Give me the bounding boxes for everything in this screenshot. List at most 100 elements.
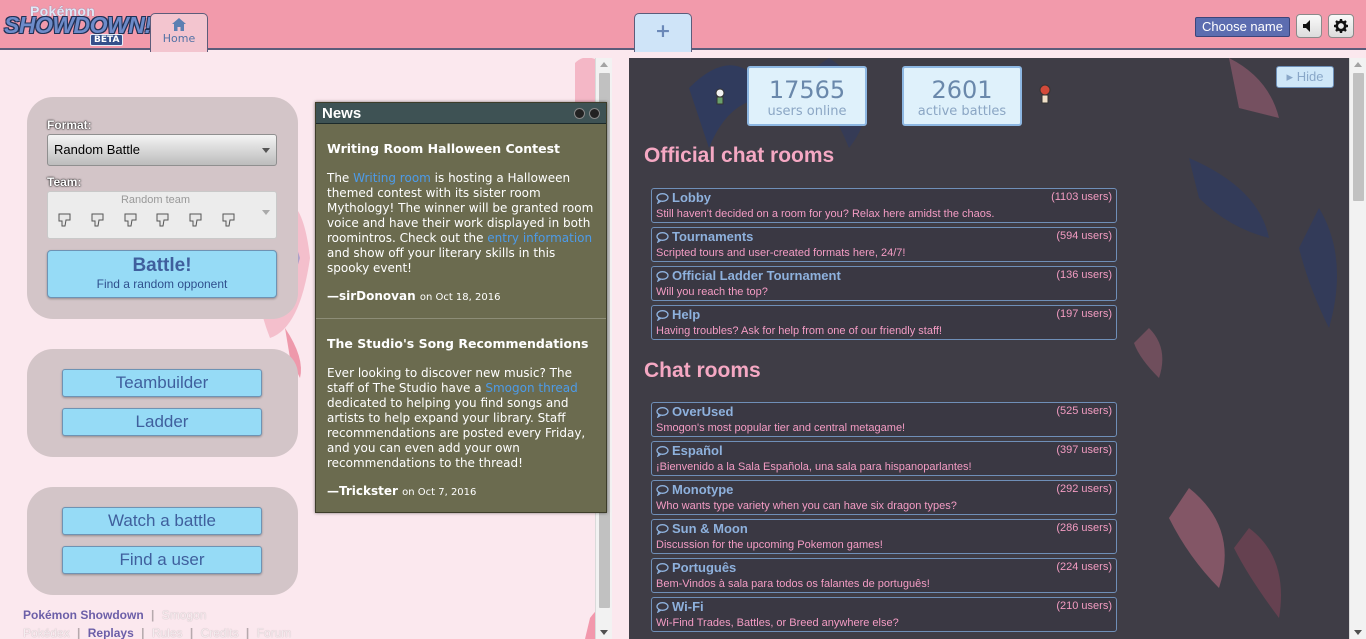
chevron-down-icon (262, 148, 270, 153)
link-pokedex[interactable]: Pokédex (23, 626, 70, 639)
room-description: ¡Bienvenido a la Sala Española, una sala… (656, 461, 972, 473)
hide-rooms-button[interactable]: ▸ Hide (1276, 66, 1334, 88)
link-smogon-thread[interactable]: Smogon thread (485, 381, 577, 395)
link-pokemon-showdown[interactable]: Pokémon Showdown (23, 608, 144, 622)
room-name-text: Wi-Fi (672, 599, 704, 614)
separator: | (151, 608, 155, 622)
new-tab-button[interactable]: + (634, 13, 692, 52)
chat-bubble-icon (656, 602, 669, 614)
room-user-count: (1103 users) (1051, 191, 1112, 203)
showdown-logo[interactable]: Pokémon SHOWDOWN! BETA (4, 3, 152, 46)
chat-bubble-icon (656, 407, 669, 419)
users-online-label: users online (767, 104, 847, 119)
link-writing-room[interactable]: Writing room (353, 171, 431, 185)
footer-links-row2: Pokédex | Replays | Rules | Credits | Fo… (23, 626, 295, 639)
battle-button[interactable]: Battle! Find a random opponent (47, 250, 277, 298)
pokemon-sprite-icon (1039, 84, 1051, 104)
spectate-panel: Watch a battle Find a user (27, 487, 298, 595)
close-icon[interactable] (589, 108, 600, 119)
link-replays[interactable]: Replays (88, 626, 134, 639)
format-label: Format: (47, 118, 92, 132)
chat-room-item[interactable]: Português (224 users) Bem-Vindos à sala pa… (651, 558, 1117, 593)
separator: | (245, 626, 250, 639)
tab-home[interactable]: Home (150, 13, 208, 52)
link-forum[interactable]: Forum (257, 626, 292, 639)
room-description: Still haven't decided on a room for you?… (656, 208, 995, 220)
link-entry-information[interactable]: entry information (487, 231, 592, 245)
room-name: Tournaments (656, 229, 753, 244)
news-author: —sirDonovan (327, 289, 416, 303)
choose-name-button[interactable]: Choose name (1195, 17, 1290, 37)
room-name: Español (656, 443, 723, 458)
chat-room-item[interactable]: Tournaments (594 users) Scripted tours and… (651, 227, 1117, 262)
chat-bubble-icon (656, 193, 669, 205)
tab-home-label: Home (162, 32, 196, 45)
scroll-up-arrow-icon[interactable] (1354, 62, 1362, 67)
chat-room-item[interactable]: Español (397 users) ¡Bienvenido a la Sala … (651, 441, 1117, 476)
room-name-text: Help (672, 307, 701, 322)
rooms-pane: 17565 users online 2601 active battles ▸… (629, 58, 1366, 639)
chat-room-item[interactable]: Wi-Fi (210 users) Wi-Find Trades, Battles,… (651, 597, 1117, 632)
chat-bubble-icon (656, 271, 669, 283)
room-name-text: Tournaments (672, 229, 754, 244)
link-rules[interactable]: Rules (152, 626, 183, 639)
chat-bubble-icon (656, 524, 669, 536)
room-user-count: (197 users) (1056, 308, 1112, 320)
format-select[interactable]: Random Battle (47, 134, 277, 166)
news-item: The Studio's Song Recommendations Ever l… (316, 336, 606, 500)
scroll-up-arrow-icon[interactable] (600, 62, 608, 67)
news-item-signature: —sirDonovan on Oct 18, 2016 (327, 289, 595, 305)
scroll-thumb[interactable] (1353, 73, 1364, 201)
news-author: —Trickster (327, 484, 398, 498)
unknown-pokemon-icon (57, 212, 73, 230)
minimize-icon[interactable] (574, 108, 585, 119)
room-description: Scripted tours and user-created formats … (656, 247, 906, 259)
room-description: Wi-Find Trades, Battles, or Breed anywhe… (656, 617, 899, 629)
chat-room-item[interactable]: Lobby (1103 users) Still haven't decided o… (651, 188, 1117, 223)
link-smogon[interactable]: Smogon (162, 608, 207, 622)
battle-button-sublabel: Find a random opponent (96, 277, 228, 291)
news-date: on Oct 7, 2016 (402, 487, 477, 498)
top-header: Pokémon SHOWDOWN! BETA Home + Choose nam… (0, 0, 1366, 52)
team-select[interactable]: Random team (47, 191, 277, 239)
scroll-down-arrow-icon[interactable] (1354, 630, 1362, 635)
chevron-down-icon (262, 210, 270, 215)
news-date: on Oct 18, 2016 (419, 292, 501, 303)
chat-bubble-icon (656, 563, 669, 575)
room-name-text: OverUsed (672, 404, 734, 419)
speaker-icon (1303, 20, 1310, 32)
unknown-pokemon-icon (90, 212, 106, 230)
room-user-count: (525 users) (1056, 405, 1112, 417)
chat-room-item[interactable]: Sun & Moon (286 users) Discussion for the … (651, 519, 1117, 554)
watch-battle-button[interactable]: Watch a battle (62, 507, 262, 535)
chat-bubble-icon (656, 446, 669, 458)
room-user-count: (397 users) (1056, 444, 1112, 456)
chat-room-item[interactable]: Official Ladder Tournament (136 users) Wil… (651, 266, 1117, 301)
settings-button[interactable] (1328, 14, 1354, 38)
room-description: Bem-Vindos à sala para todos os falantes… (656, 578, 930, 590)
ladder-button[interactable]: Ladder (62, 408, 262, 436)
teambuilder-button[interactable]: Teambuilder (62, 369, 262, 397)
room-description: Will you reach the top? (656, 286, 768, 298)
news-item-title: The Studio's Song Recommendations (327, 336, 589, 351)
users-online-box: 17565 users online (747, 66, 867, 126)
chat-room-item[interactable]: Monotype (292 users) Who wants type variet… (651, 480, 1117, 515)
format-value: Random Battle (54, 142, 140, 157)
active-battles-box[interactable]: 2601 active battles (902, 66, 1022, 126)
room-name-text: Official Ladder Tournament (672, 268, 841, 283)
right-scrollbar[interactable] (1349, 58, 1366, 639)
chat-room-item[interactable]: Help (197 users) Having troubles? Ask for … (651, 305, 1117, 340)
room-name-text: Lobby (672, 190, 711, 205)
divider (316, 318, 606, 319)
room-name: Monotype (656, 482, 733, 497)
news-item: Writing Room Halloween Contest The Writi… (316, 141, 606, 305)
scroll-down-arrow-icon[interactable] (600, 630, 608, 635)
sound-button[interactable] (1296, 14, 1322, 38)
team-label: Team: (47, 175, 82, 189)
team-slots (57, 212, 250, 233)
find-user-button[interactable]: Find a user (62, 546, 262, 574)
room-name-text: Sun & Moon (672, 521, 748, 536)
link-credits[interactable]: Credits (201, 626, 239, 639)
chat-room-item[interactable]: OverUsed (525 users) Smogon's most popular… (651, 402, 1117, 437)
news-text: dedicated to helping you find songs and … (327, 396, 586, 470)
